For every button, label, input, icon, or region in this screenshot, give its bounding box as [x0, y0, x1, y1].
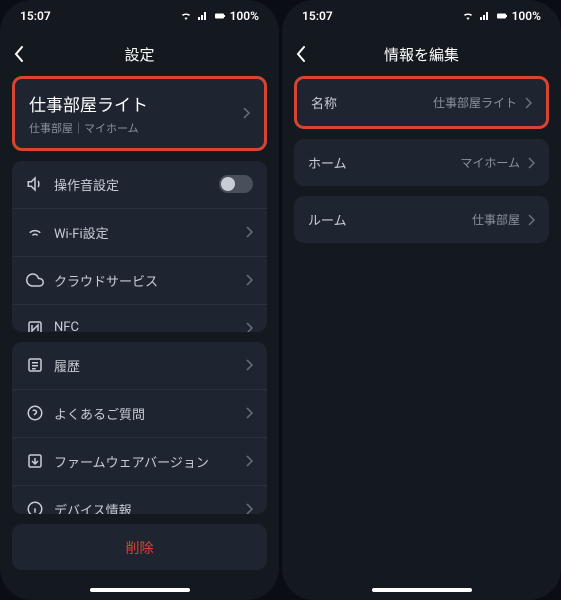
row-wifi-settings[interactable]: Wi-Fi設定 [12, 209, 267, 257]
phone-screen-edit-info: 15:07 100% 情報を編集 名称 仕事部屋ライト ホーム マイホーム [282, 0, 561, 600]
row-cloud-service[interactable]: クラウドサービス [12, 257, 267, 305]
settings-group-2: 履歴 よくあるご質問 ファームウェアバージョン [12, 342, 267, 514]
firmware-icon [26, 452, 44, 470]
row-label: Wi-Fi設定 [54, 223, 109, 242]
row-value: マイホーム [460, 154, 520, 171]
chevron-right-icon [246, 359, 253, 371]
info-icon [26, 500, 44, 514]
row-device-info[interactable]: デバイス情報 [12, 486, 267, 514]
row-value: 仕事部屋ライト [433, 94, 517, 111]
settings-group-1: 操作音設定 Wi-Fi設定 クラウドサービス [12, 161, 267, 332]
row-home[interactable]: ホーム マイホーム [294, 139, 549, 186]
row-label: デバイス情報 [54, 500, 132, 514]
row-sound-settings[interactable]: 操作音設定 [12, 161, 267, 209]
device-location: 仕事部屋｜マイホーム [29, 120, 148, 136]
row-label: ファームウェアバージョン [54, 452, 209, 471]
header: 情報を編集 [282, 32, 561, 76]
row-nfc[interactable]: NFC [12, 305, 267, 332]
battery-percent: 100% [512, 9, 541, 23]
status-bar: 15:07 100% [282, 0, 561, 32]
home-indicator[interactable] [372, 588, 472, 592]
help-icon [26, 404, 44, 422]
phone-screen-settings: 15:07 100% 設定 仕事部屋ライト 仕事部屋｜マイホーム 操作音設定 [0, 0, 279, 600]
wifi-status-icon [461, 10, 475, 22]
status-bar: 15:07 100% [0, 0, 279, 32]
row-name[interactable]: 名称 仕事部屋ライト [294, 76, 549, 129]
volume-icon [26, 175, 44, 193]
row-label: クラウドサービス [54, 271, 158, 290]
device-info: 仕事部屋ライト 仕事部屋｜マイホーム [29, 91, 148, 136]
chevron-right-icon [246, 455, 253, 467]
history-icon [26, 356, 44, 374]
edit-content: 名称 仕事部屋ライト ホーム マイホーム ルーム 仕事部屋 [282, 76, 561, 582]
row-firmware[interactable]: ファームウェアバージョン [12, 438, 267, 486]
delete-label: 削除 [126, 541, 154, 557]
device-card[interactable]: 仕事部屋ライト 仕事部屋｜マイホーム [12, 76, 267, 151]
chevron-right-icon [525, 97, 532, 109]
row-label: NFC [54, 320, 79, 332]
chevron-left-icon [14, 46, 24, 62]
signal-status-icon [478, 10, 492, 22]
header: 設定 [0, 32, 279, 76]
sound-toggle[interactable] [219, 175, 253, 193]
delete-button[interactable]: 削除 [12, 524, 267, 570]
battery-percent: 100% [230, 9, 259, 23]
back-button[interactable] [14, 46, 24, 62]
battery-status-icon [213, 10, 227, 22]
row-room[interactable]: ルーム 仕事部屋 [294, 196, 549, 243]
status-right: 100% [461, 9, 541, 23]
device-name: 仕事部屋ライト [29, 91, 148, 116]
chevron-right-icon [243, 107, 250, 119]
row-label: よくあるご質問 [54, 404, 145, 423]
status-time: 15:07 [20, 9, 51, 23]
battery-status-icon [495, 10, 509, 22]
chevron-right-icon [246, 322, 253, 332]
chevron-right-icon [246, 407, 253, 419]
chevron-right-icon [528, 157, 535, 169]
chevron-right-icon [246, 226, 253, 238]
chevron-right-icon [246, 503, 253, 514]
home-indicator[interactable] [90, 588, 190, 592]
chevron-right-icon [246, 274, 253, 286]
row-label: ホーム [308, 153, 347, 172]
back-button[interactable] [296, 46, 306, 62]
chevron-left-icon [296, 46, 306, 62]
row-label: 名称 [311, 93, 337, 112]
wifi-icon [26, 223, 44, 241]
chevron-right-icon [528, 214, 535, 226]
status-right: 100% [179, 9, 259, 23]
signal-status-icon [196, 10, 210, 22]
row-faq[interactable]: よくあるご質問 [12, 390, 267, 438]
wifi-status-icon [179, 10, 193, 22]
row-label: ルーム [308, 210, 347, 229]
cloud-icon [26, 271, 44, 289]
nfc-icon [26, 319, 44, 332]
row-label: 履歴 [54, 356, 80, 375]
row-value: 仕事部屋 [472, 211, 520, 228]
row-history[interactable]: 履歴 [12, 342, 267, 390]
row-label: 操作音設定 [54, 175, 119, 194]
settings-content: 仕事部屋ライト 仕事部屋｜マイホーム 操作音設定 Wi-Fi設定 [0, 76, 279, 582]
page-title: 情報を編集 [384, 44, 459, 65]
status-time: 15:07 [302, 9, 333, 23]
page-title: 設定 [124, 44, 154, 65]
